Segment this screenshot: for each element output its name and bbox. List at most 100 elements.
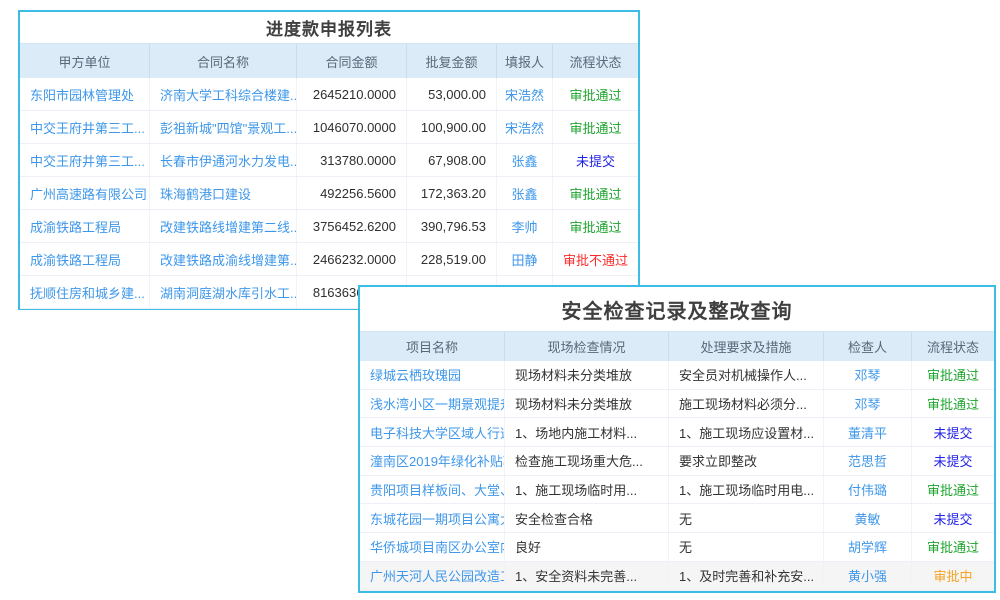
- status-cell: 审批不通过: [553, 243, 638, 275]
- status-cell: 未提交: [912, 504, 994, 532]
- status-cell: 审批通过: [553, 111, 638, 143]
- column-header: 填报人: [497, 44, 553, 78]
- table-cell[interactable]: 彭祖新城"四馆"景观工...: [150, 111, 297, 143]
- table-cell[interactable]: 华侨城项目南区办公室内: [360, 533, 505, 561]
- table-cell: 1、施工现场应设置材...: [669, 418, 824, 446]
- table-cell[interactable]: 电子科技大学区域人行道: [360, 418, 505, 446]
- table-cell[interactable]: 张鑫: [497, 144, 553, 176]
- safety-inspection-panel: 安全检查记录及整改查询 项目名称现场检查情况处理要求及措施检查人流程状态 绿城云…: [358, 285, 996, 593]
- table-row[interactable]: 电子科技大学区域人行道1、场地内施工材料...1、施工现场应设置材...董清平未…: [360, 418, 994, 447]
- table-body: 绿城云栖玫瑰园现场材料未分类堆放安全员对机械操作人...邓琴审批通过浅水湾小区一…: [360, 361, 994, 591]
- panel-title: 安全检查记录及整改查询: [360, 287, 994, 331]
- table-cell[interactable]: 贵阳项目样板间、大堂、大: [360, 476, 505, 504]
- table-cell: 53,000.00: [407, 78, 497, 110]
- table-row[interactable]: 绿城云栖玫瑰园现场材料未分类堆放安全员对机械操作人...邓琴审批通过: [360, 361, 994, 390]
- table-cell: 无: [669, 533, 824, 561]
- table-cell[interactable]: 长春市伊通河水力发电...: [150, 144, 297, 176]
- table-cell: 1、及时完善和补充安...: [669, 562, 824, 590]
- status-cell: 未提交: [912, 418, 994, 446]
- status-cell: 审批通过: [553, 177, 638, 209]
- table-cell[interactable]: 东阳市园林管理处: [20, 78, 150, 110]
- table-cell[interactable]: 广州天河人民公园改造工: [360, 562, 505, 590]
- table-cell[interactable]: 黄敏: [824, 504, 912, 532]
- table-cell[interactable]: 济南大学工科综合楼建...: [150, 78, 297, 110]
- table-cell[interactable]: 湖南洞庭湖水库引水工...: [150, 276, 297, 308]
- column-header: 批复金额: [407, 44, 497, 78]
- table-cell[interactable]: 成渝铁路工程局: [20, 243, 150, 275]
- table-cell: 安全员对机械操作人...: [669, 361, 824, 389]
- table-cell[interactable]: 绿城云栖玫瑰园: [360, 361, 505, 389]
- table-cell: 无: [669, 504, 824, 532]
- table-cell: 要求立即整改: [669, 447, 824, 475]
- table-row[interactable]: 成渝铁路工程局改建铁路线增建第二线...3756452.6200390,796.…: [20, 210, 638, 243]
- column-header: 现场检查情况: [505, 332, 669, 361]
- table-row[interactable]: 潼南区2019年绿化补贴项目检查施工现场重大危...要求立即整改范思哲未提交: [360, 447, 994, 476]
- table-cell[interactable]: 珠海鹤港口建设: [150, 177, 297, 209]
- table-cell[interactable]: 广州高速路有限公司: [20, 177, 150, 209]
- table-cell[interactable]: 中交王府井第三工...: [20, 144, 150, 176]
- table-body: 东阳市园林管理处济南大学工科综合楼建...2645210.000053,000.…: [20, 78, 638, 309]
- progress-payment-panel: 进度款申报列表 甲方单位合同名称合同金额批复金额填报人流程状态 东阳市园林管理处…: [18, 10, 640, 310]
- table-row[interactable]: 广州高速路有限公司珠海鹤港口建设492256.5600172,363.20张鑫审…: [20, 177, 638, 210]
- table-cell[interactable]: 付伟璐: [824, 476, 912, 504]
- table-cell[interactable]: 范思哲: [824, 447, 912, 475]
- table-cell: 检查施工现场重大危...: [505, 447, 669, 475]
- column-header: 检查人: [824, 332, 912, 361]
- table-cell: 安全检查合格: [505, 504, 669, 532]
- column-header: 甲方单位: [20, 44, 150, 78]
- table-cell: 100,900.00: [407, 111, 497, 143]
- table-row[interactable]: 广州天河人民公园改造工1、安全资料未完善...1、及时完善和补充安...黄小强审…: [360, 562, 994, 591]
- status-cell: 审批通过: [912, 390, 994, 418]
- table-row[interactable]: 成渝铁路工程局改建铁路成渝线增建第...2466232.0000228,519.…: [20, 243, 638, 276]
- table-cell: 1046070.0000: [297, 111, 407, 143]
- table-cell: 228,519.00: [407, 243, 497, 275]
- table-cell: 172,363.20: [407, 177, 497, 209]
- table-cell[interactable]: 张鑫: [497, 177, 553, 209]
- table-cell: 1、施工现场临时用...: [505, 476, 669, 504]
- table-row[interactable]: 贵阳项目样板间、大堂、大1、施工现场临时用...1、施工现场临时用电...付伟璐…: [360, 476, 994, 505]
- table-row[interactable]: 浅水湾小区一期景观提升现场材料未分类堆放施工现场材料必须分...邓琴审批通过: [360, 390, 994, 419]
- table-cell[interactable]: 宋浩然: [497, 111, 553, 143]
- table-cell: 3756452.6200: [297, 210, 407, 242]
- table-row[interactable]: 华侨城项目南区办公室内良好无胡学辉审批通过: [360, 533, 994, 562]
- table-cell[interactable]: 抚顺住房和城乡建...: [20, 276, 150, 308]
- table-cell[interactable]: 潼南区2019年绿化补贴项目: [360, 447, 505, 475]
- table-row[interactable]: 东阳市园林管理处济南大学工科综合楼建...2645210.000053,000.…: [20, 78, 638, 111]
- table-cell[interactable]: 改建铁路线增建第二线...: [150, 210, 297, 242]
- column-header: 流程状态: [912, 332, 994, 361]
- table-cell: 1、安全资料未完善...: [505, 562, 669, 590]
- table-cell[interactable]: 中交王府井第三工...: [20, 111, 150, 143]
- table-cell[interactable]: 邓琴: [824, 390, 912, 418]
- table-header-row: 项目名称现场检查情况处理要求及措施检查人流程状态: [360, 331, 994, 361]
- table-cell[interactable]: 宋浩然: [497, 78, 553, 110]
- table-cell[interactable]: 胡学辉: [824, 533, 912, 561]
- table-cell[interactable]: 李帅: [497, 210, 553, 242]
- table-cell: 492256.5600: [297, 177, 407, 209]
- table-cell[interactable]: 成渝铁路工程局: [20, 210, 150, 242]
- column-header: 合同金额: [297, 44, 407, 78]
- table-cell: 2645210.0000: [297, 78, 407, 110]
- status-cell: 审批通过: [553, 78, 638, 110]
- table-cell[interactable]: 田静: [497, 243, 553, 275]
- table-cell: 2466232.0000: [297, 243, 407, 275]
- table-cell[interactable]: 浅水湾小区一期景观提升: [360, 390, 505, 418]
- table-cell[interactable]: 改建铁路成渝线增建第...: [150, 243, 297, 275]
- column-header: 处理要求及措施: [669, 332, 824, 361]
- table-cell[interactable]: 黄小强: [824, 562, 912, 590]
- table-cell: 1、场地内施工材料...: [505, 418, 669, 446]
- table-row[interactable]: 东城花园一期项目公寓大安全检查合格无黄敏未提交: [360, 504, 994, 533]
- status-cell: 审批通过: [553, 210, 638, 242]
- table-row[interactable]: 中交王府井第三工...长春市伊通河水力发电...313780.000067,90…: [20, 144, 638, 177]
- table-header-row: 甲方单位合同名称合同金额批复金额填报人流程状态: [20, 43, 638, 78]
- table-cell[interactable]: 邓琴: [824, 361, 912, 389]
- column-header: 项目名称: [360, 332, 505, 361]
- table-row[interactable]: 中交王府井第三工...彭祖新城"四馆"景观工...1046070.0000100…: [20, 111, 638, 144]
- status-cell: 审批中: [912, 562, 994, 590]
- status-cell: 审批通过: [912, 476, 994, 504]
- status-cell: 未提交: [912, 447, 994, 475]
- table-cell[interactable]: 董清平: [824, 418, 912, 446]
- table-cell[interactable]: 东城花园一期项目公寓大: [360, 504, 505, 532]
- status-cell: 审批通过: [912, 533, 994, 561]
- column-header: 流程状态: [553, 44, 638, 78]
- table-cell: 1、施工现场临时用电...: [669, 476, 824, 504]
